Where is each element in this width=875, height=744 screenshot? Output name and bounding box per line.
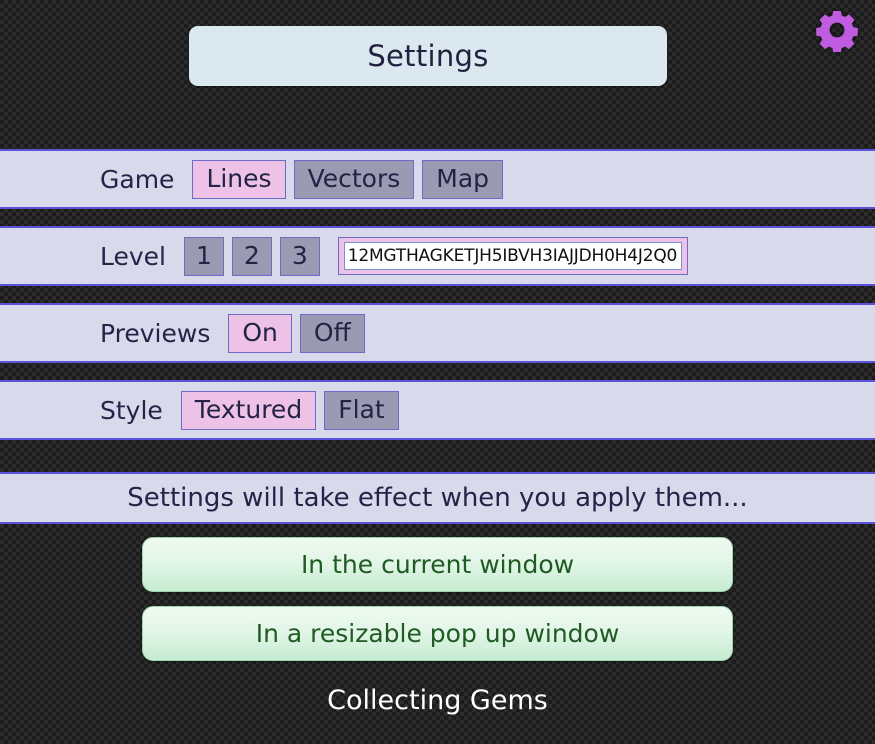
- previews-label: Previews: [100, 318, 211, 348]
- style-option-flat[interactable]: Flat: [324, 390, 399, 430]
- apply-actions: In the current window In a resizable pop…: [0, 537, 875, 661]
- apply-popup-window-button[interactable]: In a resizable pop up window: [142, 606, 733, 661]
- apply-current-window-button[interactable]: In the current window: [142, 537, 733, 592]
- header: Settings: [0, 0, 875, 112]
- settings-gear-button[interactable]: [813, 6, 861, 54]
- level-code-input[interactable]: [343, 242, 682, 270]
- style-options: Textured Flat: [180, 390, 399, 430]
- gear-icon: [815, 8, 859, 52]
- game-option-map[interactable]: Map: [422, 159, 504, 199]
- level-label: Level: [100, 241, 166, 271]
- title-bar: Settings: [189, 26, 667, 86]
- previews-option-on[interactable]: On: [228, 313, 292, 353]
- setting-row-level: Level 1 2 3: [0, 226, 875, 286]
- setting-row-game: Game Lines Vectors Map: [0, 149, 875, 209]
- game-option-vectors[interactable]: Vectors: [293, 159, 415, 199]
- level-option-3[interactable]: 3: [279, 236, 320, 276]
- style-label: Style: [100, 395, 163, 425]
- level-code-field-wrapper: [337, 237, 688, 275]
- game-label: Game: [100, 164, 175, 194]
- previews-option-off[interactable]: Off: [299, 313, 365, 353]
- level-option-1[interactable]: 1: [184, 236, 224, 276]
- footer-title: Collecting Gems: [327, 685, 548, 716]
- level-options: 1 2 3: [184, 236, 320, 276]
- setting-row-previews: Previews On Off: [0, 303, 875, 363]
- apply-message: Settings will take effect when you apply…: [127, 483, 748, 513]
- level-option-2[interactable]: 2: [231, 236, 272, 276]
- setting-row-style: Style Textured Flat: [0, 380, 875, 440]
- style-option-textured[interactable]: Textured: [180, 390, 317, 430]
- previews-options: On Off: [228, 313, 365, 353]
- game-options: Lines Vectors Map: [192, 159, 504, 199]
- page-title: Settings: [367, 39, 489, 73]
- game-option-lines[interactable]: Lines: [192, 159, 286, 199]
- apply-message-band: Settings will take effect when you apply…: [0, 472, 875, 524]
